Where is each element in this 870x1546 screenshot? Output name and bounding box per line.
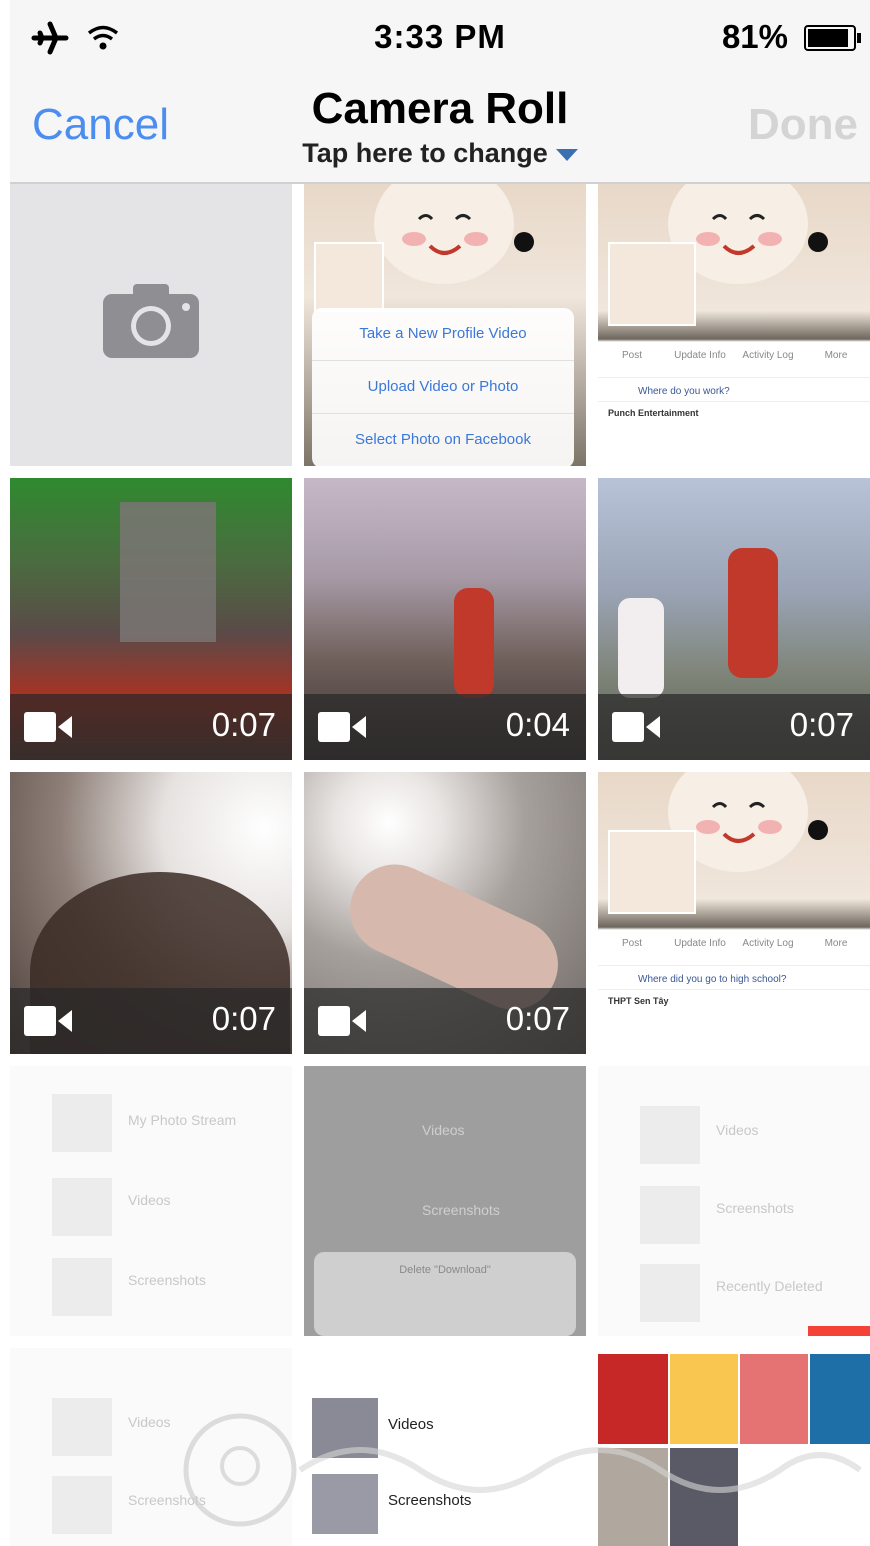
profile-action-sheet: Take a New Profile Video Upload Video or… [312,308,574,466]
profile-footer: THPT Sen Tây [598,989,870,1012]
album-row-label: Screenshots [422,1202,500,1218]
avatar [314,242,384,312]
profile-question: Where did you go to high school? [598,965,870,989]
collage-cell [670,1354,738,1444]
action-label: More [824,350,848,361]
album-thumb [52,1258,112,1316]
album-row-label: Screenshots [388,1492,472,1509]
album-switcher-label: Tap here to change [302,138,548,168]
photo-thumbnail[interactable]: Take a New Profile Video Upload Video or… [304,184,586,466]
collage-cell [810,1354,870,1444]
action-label: Post [621,938,642,949]
delete-album-dialog: Delete "Download" [314,1252,576,1336]
album-thumb [52,1178,112,1236]
video-thumbnail[interactable]: 0:07 [304,772,586,1054]
video-info-bar: 0:07 [10,694,292,760]
photo-thumbnail[interactable]: Videos Screenshots Recently Deleted [598,1066,870,1336]
menu-item: Upload Video or Photo [312,361,574,414]
video-thumbnail[interactable]: 0:07 [10,772,292,1054]
video-duration: 0:07 [211,1000,276,1037]
photo-thumbnail[interactable]: Videos Screenshots [10,1348,292,1546]
video-thumbnail[interactable]: 0:07 [598,478,870,760]
action-label: Activity Log [742,350,794,361]
action-label: Update Info [674,350,726,361]
action-label: Activity Log [742,938,794,949]
album-row-label: Videos [128,1414,171,1430]
video-camera-icon [612,712,660,742]
status-bar: 3:33 PM 81% [10,0,870,78]
profile-actions: Post Update Info Activity Log More [598,930,870,949]
video-info-bar: 0:07 [304,988,586,1054]
profile-footer: Punch Entertainment [598,401,870,424]
album-row-label: Videos [716,1122,759,1138]
album-switcher[interactable]: Tap here to change [10,138,870,169]
chevron-down-icon [555,148,578,161]
photo-thumbnail[interactable] [598,1348,870,1546]
album-thumb [52,1476,112,1534]
collage-cell [670,1448,738,1546]
photo-subject [454,588,494,698]
photo-thumbnail[interactable]: My Photo Stream Videos Screenshots [10,1066,292,1336]
collage-cell [598,1448,668,1546]
video-info-bar: 0:04 [304,694,586,760]
take-photo-tile[interactable] [10,184,292,466]
album-thumb [312,1474,378,1534]
video-duration: 0:07 [789,706,854,743]
video-camera-icon [318,712,366,742]
video-duration: 0:04 [505,706,570,743]
camera-icon [103,284,199,358]
avatar [608,242,696,326]
action-label: Update Info [674,938,726,949]
video-thumbnail[interactable]: 0:04 [304,478,586,760]
photo-thumbnail[interactable]: Post Update Info Activity Log More Where… [598,184,870,466]
action-label: More [824,938,848,949]
video-camera-icon [24,1006,72,1036]
avatar [608,830,696,914]
video-camera-icon [318,1006,366,1036]
video-info-bar: 0:07 [10,988,292,1054]
video-duration: 0:07 [505,1000,570,1037]
battery-percent: 81% [721,18,788,55]
album-row-label: Recently Deleted [716,1278,823,1294]
profile-actions: Post Update Info Activity Log More [598,342,870,361]
facebook-profile-panel: Post Update Info Activity Log More Where… [598,930,870,1054]
photo-subject [120,502,216,642]
facebook-profile-panel: Post Update Info Activity Log More Where… [598,342,870,466]
album-row-label: Screenshots [716,1200,794,1216]
video-info-bar: 0:07 [598,694,870,760]
done-button[interactable]: Done [748,100,858,150]
album-thumb [312,1398,378,1458]
collage-cell [598,1354,668,1444]
photo-thumbnail[interactable]: Videos Screenshots Delete "Download" [304,1066,586,1336]
battery-icon [804,25,861,51]
menu-item: Take a New Profile Video [312,308,574,361]
photo-thumbnail[interactable]: Post Update Info Activity Log More Where… [598,772,870,1054]
video-thumbnail[interactable]: 0:07 [10,478,292,760]
album-thumb [52,1094,112,1152]
nav-bar: Cancel Camera Roll Tap here to change Do… [10,78,870,184]
action-label: Post [621,350,642,361]
album-thumb [52,1398,112,1456]
video-camera-icon [24,712,72,742]
album-row-label: Screenshots [128,1492,206,1508]
menu-item: Select Photo on Facebook [312,414,574,466]
delete-bar [808,1326,870,1336]
album-row-label: My Photo Stream [128,1112,237,1128]
video-duration: 0:07 [211,706,276,743]
album-row-label: Videos [388,1416,434,1433]
collage-cell [740,1354,808,1444]
photo-thumbnail[interactable]: Videos Screenshots [304,1348,586,1546]
page-title[interactable]: Camera Roll [10,84,870,134]
album-thumb [640,1186,700,1244]
profile-question: Where do you work? [598,377,870,401]
album-thumb [640,1264,700,1322]
album-row-label: Videos [422,1122,465,1138]
photo-subject [728,548,778,678]
album-row-label: Screenshots [128,1272,206,1288]
album-thumb [640,1106,700,1164]
photo-subject [618,598,664,698]
album-row-label: Videos [128,1192,171,1208]
